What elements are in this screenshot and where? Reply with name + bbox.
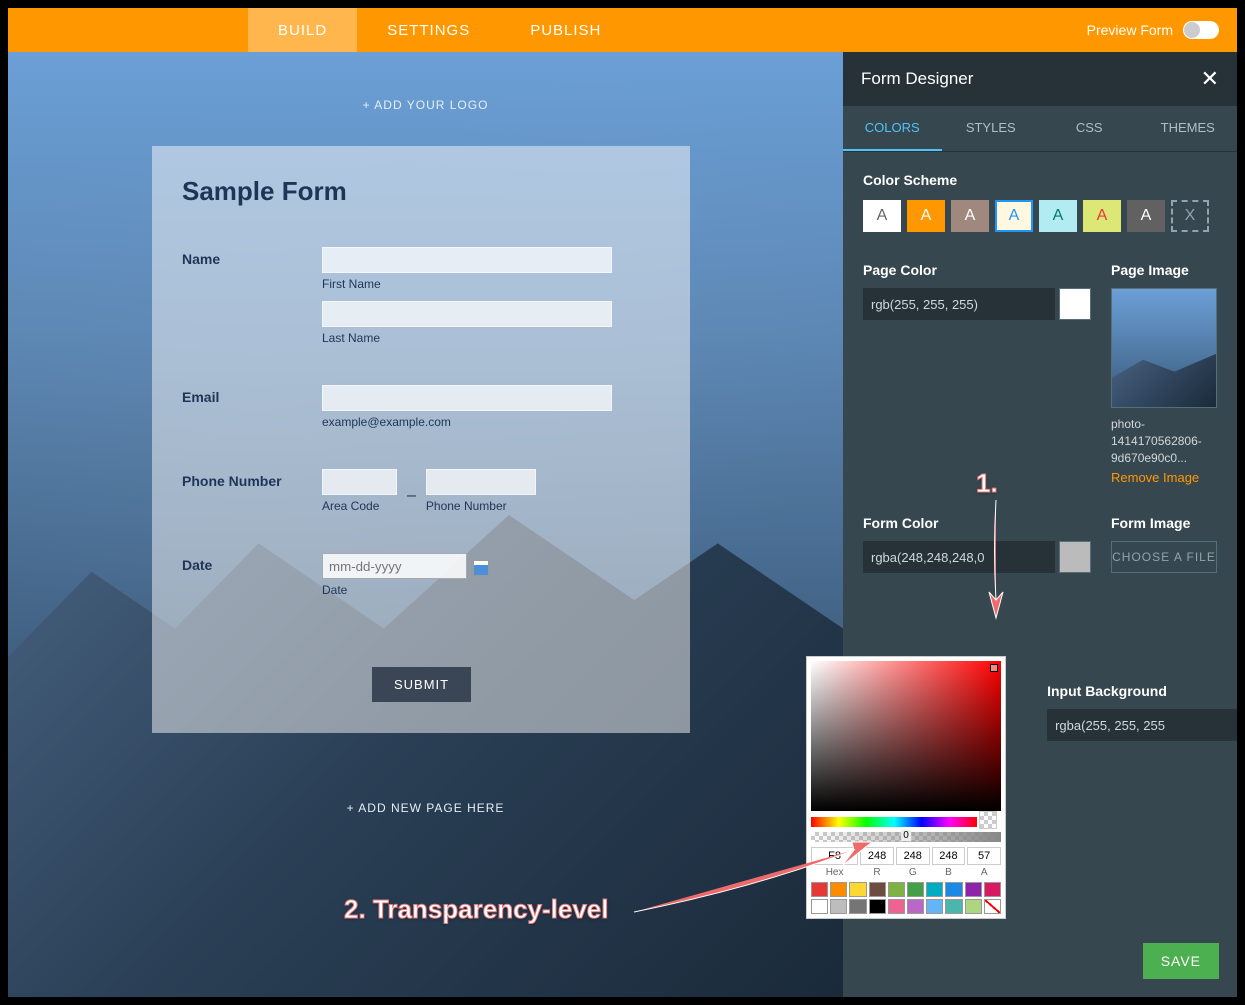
- calendar-icon[interactable]: [473, 560, 489, 576]
- email-hint: example@example.com: [322, 415, 660, 429]
- tab-colors[interactable]: COLORS: [843, 106, 942, 151]
- save-button[interactable]: SAVE: [1143, 943, 1219, 979]
- scheme-swatch-2[interactable]: A: [907, 200, 945, 232]
- add-page-button[interactable]: + ADD NEW PAGE HERE: [347, 801, 505, 815]
- current-color-preview: [979, 811, 997, 829]
- close-icon[interactable]: ✕: [1201, 66, 1219, 92]
- form-row-date: Date Date: [182, 553, 660, 607]
- scheme-swatch-5[interactable]: A: [1039, 200, 1077, 232]
- preview-form-toggle[interactable]: Preview Form: [1087, 21, 1219, 39]
- tab-styles[interactable]: STYLES: [942, 106, 1041, 151]
- email-input[interactable]: [322, 385, 612, 411]
- nav-tab-publish[interactable]: PUBLISH: [500, 8, 631, 52]
- last-name-input[interactable]: [322, 301, 612, 327]
- g-input[interactable]: [896, 847, 930, 865]
- form-color-input[interactable]: [863, 541, 1055, 573]
- g-label: G: [896, 867, 930, 878]
- date-hint: Date: [322, 583, 660, 597]
- preset-swatch-8[interactable]: [965, 882, 982, 897]
- page-image-filename: photo-1414170562806-9d670e90c0...: [1111, 416, 1217, 466]
- submit-button[interactable]: SUBMIT: [372, 667, 471, 702]
- scheme-swatch-custom[interactable]: X: [1171, 200, 1209, 232]
- nav-tab-build[interactable]: BUILD: [248, 8, 357, 52]
- preset-swatch-5[interactable]: [907, 882, 924, 897]
- remove-image-link[interactable]: Remove Image: [1111, 470, 1217, 485]
- color-scheme-label: Color Scheme: [863, 172, 1217, 188]
- annotation-1: 1.: [976, 468, 998, 499]
- phone-number-input[interactable]: [426, 469, 536, 495]
- area-code-hint: Area Code: [322, 499, 397, 513]
- area-code-input[interactable]: [322, 469, 397, 495]
- choose-file-button[interactable]: CHOOSE A FILE: [1111, 541, 1217, 573]
- phone-separator: –: [407, 487, 416, 505]
- scheme-swatch-7[interactable]: A: [1127, 200, 1165, 232]
- preset-swatch-4[interactable]: [888, 882, 905, 897]
- form-row-phone: Phone Number Area Code – Phone Number: [182, 469, 660, 523]
- date-input[interactable]: [322, 553, 467, 579]
- color-handle[interactable]: [990, 664, 998, 672]
- first-name-hint: First Name: [322, 277, 660, 291]
- tab-css[interactable]: CSS: [1040, 106, 1139, 151]
- a-label: A: [967, 867, 1001, 878]
- form-row-name: Name First Name Last Name: [182, 247, 660, 355]
- color-gradient-area[interactable]: [811, 661, 1001, 811]
- annotation-2: 2. Transparency-level: [344, 894, 608, 925]
- annotation-arrow-2: [634, 838, 876, 916]
- last-name-hint: Last Name: [322, 331, 660, 345]
- page-color-input[interactable]: [863, 288, 1055, 320]
- preset-swatch-6[interactable]: [926, 882, 943, 897]
- preset-swatch-9[interactable]: [984, 882, 1001, 897]
- form-color-swatch[interactable]: [1059, 541, 1091, 573]
- phone-label: Phone Number: [182, 469, 322, 523]
- a-input[interactable]: [967, 847, 1001, 865]
- panel-title: Form Designer: [861, 69, 973, 89]
- top-nav: BUILD SETTINGS PUBLISH Preview Form: [8, 8, 1237, 52]
- preset-swatch-14[interactable]: [888, 899, 905, 914]
- tab-themes[interactable]: THEMES: [1139, 106, 1238, 151]
- color-scheme-row: A A A A A A A X: [863, 200, 1217, 232]
- page-color-swatch[interactable]: [1059, 288, 1091, 320]
- preset-swatch-19[interactable]: [984, 899, 1001, 914]
- input-bg-input[interactable]: [1047, 709, 1237, 741]
- nav-tab-settings[interactable]: SETTINGS: [357, 8, 500, 52]
- scheme-swatch-4[interactable]: A: [995, 200, 1033, 232]
- input-bg-label: Input Background: [1047, 683, 1217, 699]
- page-image-label: Page Image: [1111, 262, 1217, 278]
- annotation-arrow-1: [985, 500, 1007, 622]
- form-image-label: Form Image: [1111, 515, 1217, 531]
- date-label: Date: [182, 553, 322, 607]
- form-color-label: Form Color: [863, 515, 1091, 531]
- page-image-thumbnail[interactable]: [1111, 288, 1217, 408]
- b-label: B: [932, 867, 966, 878]
- phone-number-hint: Phone Number: [426, 499, 536, 513]
- scheme-swatch-6[interactable]: A: [1083, 200, 1121, 232]
- preview-form-label: Preview Form: [1087, 22, 1173, 38]
- preset-swatch-18[interactable]: [965, 899, 982, 914]
- page-color-label: Page Color: [863, 262, 1091, 278]
- scheme-swatch-3[interactable]: A: [951, 200, 989, 232]
- toggle-switch[interactable]: [1183, 21, 1219, 39]
- scheme-swatch-1[interactable]: A: [863, 200, 901, 232]
- form-preview: Sample Form Name First Name Last Name Em…: [152, 146, 690, 733]
- hue-slider[interactable]: [811, 817, 977, 827]
- form-title: Sample Form: [182, 176, 660, 207]
- panel-tabs: COLORS STYLES CSS THEMES: [843, 106, 1237, 152]
- name-label: Name: [182, 247, 322, 355]
- add-logo-button[interactable]: + ADD YOUR LOGO: [363, 98, 489, 112]
- preset-swatch-15[interactable]: [907, 899, 924, 914]
- b-input[interactable]: [932, 847, 966, 865]
- panel-header: Form Designer ✕: [843, 52, 1237, 106]
- preset-swatch-16[interactable]: [926, 899, 943, 914]
- email-label: Email: [182, 385, 322, 439]
- main-area: + ADD YOUR LOGO Sample Form Name First N…: [8, 52, 1237, 997]
- preset-swatch-7[interactable]: [945, 882, 962, 897]
- form-row-email: Email example@example.com: [182, 385, 660, 439]
- first-name-input[interactable]: [322, 247, 612, 273]
- preset-swatch-17[interactable]: [945, 899, 962, 914]
